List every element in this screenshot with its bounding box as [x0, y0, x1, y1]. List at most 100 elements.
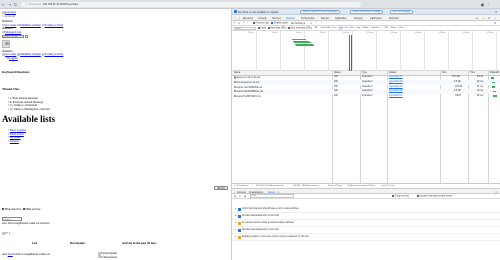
record-icon[interactable]: ● [234, 22, 235, 24]
tab-lighthouse[interactable]: Lighthouse [370, 17, 382, 20]
clear-console-icon[interactable]: ⊘ [239, 195, 241, 198]
third-party-cookie-option[interactable]: Include third-party cookie issues [417, 194, 452, 197]
issue-item[interactable]: ▸ No label associated with a form field [232, 213, 500, 220]
hide-extension-urls-option[interactable]: Hide extension URLs [288, 27, 312, 30]
posting-activity-link-2[interactable]: Posting activity [45, 52, 64, 56]
chip-doc[interactable]: Doc [332, 27, 337, 30]
requests-count: 5 / 19 requests [234, 185, 249, 188]
chip-other[interactable]: Other [398, 27, 404, 30]
issues-filter-input[interactable]: Filter [250, 194, 294, 198]
initiator-link[interactable]: hyperkitty/:18 [389, 81, 403, 83]
search-icon[interactable]: ⌕ [247, 22, 248, 24]
chip-wasm[interactable]: Wasm [390, 27, 397, 30]
initiator-link[interactable]: hyperkitty/:17 [389, 76, 403, 78]
tab-security[interactable]: Security [354, 17, 363, 20]
hide-data-urls-option[interactable]: Hide data URLs [268, 27, 287, 30]
back-icon[interactable]: ← [1, 2, 6, 7]
filters-row: Hide inactive Hide private [2, 207, 40, 211]
tab-network[interactable]: Network [285, 17, 296, 22]
initiator-link[interactable]: hyperkitty/:20 [389, 90, 403, 92]
grid-line [400, 31, 401, 71]
warning-count-icon[interactable]: ▲ [482, 17, 484, 20]
col-name[interactable]: Name [234, 72, 240, 74]
invert-option[interactable]: Invert [258, 27, 266, 30]
mailman-settings-link-2[interactable]: Mailman settings [20, 52, 41, 56]
col-size[interactable]: Size [442, 72, 446, 74]
manage-lists-line: Manage Lists [2, 30, 21, 35]
close-icon[interactable]: ✕ [495, 10, 497, 14]
network-filter-input[interactable]: Filter [234, 26, 256, 31]
wifi-icon[interactable]: ≋ [310, 22, 312, 25]
tab-elements[interactable]: Elements [243, 17, 253, 20]
posting-activity-link[interactable]: Posting activity [45, 23, 64, 27]
chip-media[interactable]: Media [362, 27, 369, 30]
address-bar[interactable]: ⓘNot secure 192.168.56.32:8000/hyperkitty… [21, 1, 361, 7]
always-match-language-button[interactable]: Always match Chrome's language [300, 10, 340, 14]
clear-icon[interactable]: ⊘ [238, 22, 240, 25]
info-issue-icon [238, 215, 241, 218]
chip-fetch-xhr[interactable]: Fetch/XHR [320, 27, 331, 30]
col-time[interactable]: Time [470, 72, 475, 74]
list-address-line: new Test test@listes2.coma.cat inactive [2, 221, 50, 225]
device-icon[interactable]: ▯ [239, 17, 240, 20]
disable-cache-option[interactable]: Disable cache [271, 22, 288, 25]
sort-by-button[interactable]: Sort by [214, 185, 228, 190]
col-initiator[interactable]: Initiator [389, 72, 397, 74]
export-icon[interactable]: ⤓ [321, 22, 322, 24]
profile-icon[interactable]: ● [480, 2, 485, 7]
issue-item[interactable]: ▸ A form field element should have an id … [232, 206, 500, 213]
switch-language-button[interactable]: Switch DevTools to Catalan [350, 10, 384, 14]
chip-font[interactable]: Font [349, 27, 354, 30]
reload-icon[interactable]: ↻ [13, 2, 18, 7]
dont-show-again-button[interactable]: Don't show again [390, 10, 413, 14]
sidebar-toggle-icon[interactable]: ▤ [234, 195, 236, 198]
group-by-kind-option[interactable]: Group by kind [392, 194, 409, 197]
list-link-test[interactable]: Test [8, 252, 13, 256]
address-url: 192.168.56.32:8000/hyperkitty/ [42, 2, 79, 6]
initiator-link[interactable]: hyperkitty/:19 [389, 86, 403, 88]
settings-gear-icon[interactable]: ⚙ [488, 17, 490, 20]
table-header-description: Description [70, 241, 85, 245]
counts-text: 0 • 1 [4, 231, 11, 236]
col-status[interactable]: Status [334, 72, 341, 74]
network-overview-timeline[interactable]: 20 ms 40 ms 60 ms 80 ms 100 ms 120 ms 14… [232, 31, 500, 71]
more-options-icon[interactable]: ⋮ [494, 17, 496, 20]
search-input[interactable]: Search all lists [2, 34, 24, 39]
chip-css[interactable]: CSS [338, 27, 344, 30]
network-settings-icon[interactable]: ⚙ [494, 22, 496, 25]
col-waterfall[interactable]: Waterfall [490, 72, 499, 74]
preserve-log-option[interactable]: Preserve log [253, 22, 268, 25]
sort-newest-link[interactable]: Newest [10, 139, 19, 143]
error-count-icon[interactable]: ⊗ [476, 17, 478, 20]
issue-item[interactable]: ▸ An element doesn't have an autocomplete… [232, 220, 500, 227]
tab-console[interactable]: Console [258, 17, 267, 20]
chip-manifest[interactable]: Manifest [371, 27, 380, 30]
tab-sources[interactable]: Sources [272, 17, 281, 20]
tab-performance[interactable]: Performance [301, 17, 315, 20]
tab-memory[interactable]: Memory [321, 17, 330, 20]
eye-icon[interactable]: ◉ [244, 195, 246, 198]
load-marker [351, 35, 352, 71]
chip-all[interactable]: All [314, 27, 318, 30]
col-type[interactable]: Type [362, 72, 367, 74]
filter-icon[interactable]: ⏷ [243, 22, 245, 24]
initiator-link[interactable]: hyperkitty/:21 [389, 95, 403, 97]
tab-recorder[interactable]: Recorder [389, 17, 399, 20]
forward-icon[interactable]: → [7, 2, 12, 7]
import-icon[interactable]: ⤒ [316, 22, 317, 24]
mailman-settings-link[interactable]: Mailman settings [20, 23, 41, 27]
menu-icon[interactable]: ⋮ [486, 2, 491, 7]
inspect-icon[interactable]: ⬚ [234, 17, 236, 20]
throttling-select[interactable]: No throttling ▾ [291, 22, 305, 25]
chip-js[interactable]: JS [344, 27, 348, 30]
chip-img[interactable]: Img [356, 27, 361, 30]
logout-link[interactable]: Logout [9, 56, 18, 60]
search-button[interactable] [24, 34, 29, 39]
issue-item[interactable]: ▸ No label associated with a form field [232, 227, 500, 234]
row-description: inactive test@listes2.coma.cat [13, 252, 50, 256]
issue-item[interactable]: ▸ Reading cookie in cross-site context ma… [232, 234, 500, 241]
tab-application[interactable]: Application [335, 17, 347, 20]
table-row[interactable]: output.f7e8f0743f16.css 200 stylesheet h… [232, 94, 500, 99]
manage-lists-link[interactable]: Manage Lists [5, 30, 21, 34]
chip-ws[interactable]: WS [384, 27, 389, 30]
